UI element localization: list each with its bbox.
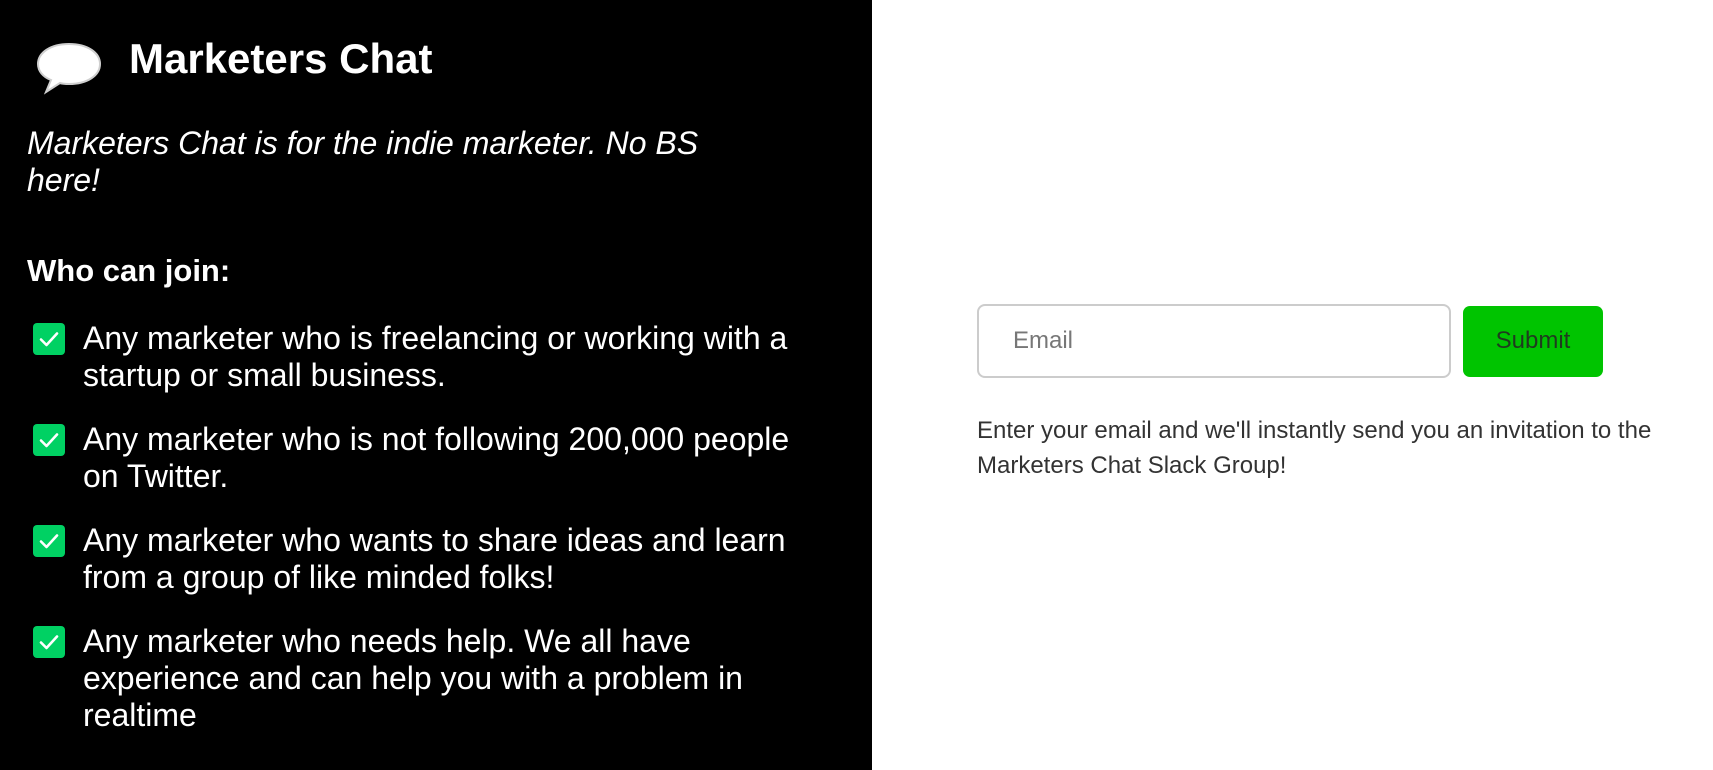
signup-form-row: Submit [977,304,1697,378]
info-panel: Marketers Chat Marketers Chat is for the… [0,0,872,770]
criteria-item: Any marketer who is freelancing or worki… [27,320,797,394]
page: Marketers Chat Marketers Chat is for the… [0,0,1713,770]
checkmark-icon [33,525,65,557]
criteria-text: Any marketer who needs help. We all have… [83,623,743,733]
who-can-join-heading: Who can join: [27,253,231,288]
email-input[interactable] [977,304,1451,378]
checkmark-icon [33,323,65,355]
signup-form: Submit Enter your email and we'll instan… [977,304,1697,483]
app-title: Marketers Chat [129,35,433,82]
criteria-text: Any marketer who wants to share ideas an… [83,522,786,595]
checkmark-icon [33,424,65,456]
submit-button[interactable]: Submit [1463,305,1603,377]
signup-panel: Submit Enter your email and we'll instan… [872,0,1713,770]
brand-header: Marketers Chat [27,0,872,95]
speech-bubble-icon [34,40,104,96]
criteria-text: Any marketer who is not following 200,00… [83,421,790,494]
checkmark-icon [33,626,65,658]
join-criteria-list: Any marketer who is freelancing or worki… [27,320,797,734]
criteria-text: Any marketer who is freelancing or worki… [83,320,788,393]
tagline: Marketers Chat is for the indie marketer… [27,125,699,198]
criteria-item: Any marketer who wants to share ideas an… [27,522,797,596]
criteria-item: Any marketer who needs help. We all have… [27,623,797,734]
criteria-item: Any marketer who is not following 200,00… [27,421,797,495]
signup-help-text: Enter your email and we'll instantly sen… [977,417,1652,479]
